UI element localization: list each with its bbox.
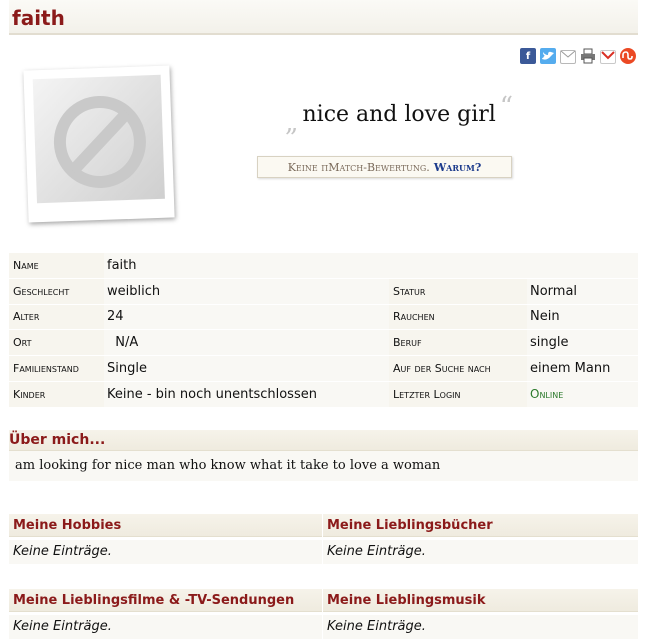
profile-motto: „ nice and love girl “ <box>285 92 513 138</box>
gmail-icon[interactable] <box>600 50 616 64</box>
match-rating-box: Keine πMatch-Bewertung. Warum? <box>257 156 512 178</box>
detail-value-gender: weiblich <box>104 278 389 305</box>
twitter-icon[interactable] <box>540 48 556 64</box>
detail-value-kids: Keine - bin noch unentschlossen <box>104 381 389 408</box>
detail-label-search: Auf der Suche nach <box>389 355 527 382</box>
books-title: Meine Lieblingsbücher <box>323 514 638 537</box>
table-row: Kinder Keine - bin noch unentschlossen L… <box>9 381 638 408</box>
empty-cell <box>527 253 638 279</box>
open-quote: „ <box>285 108 299 138</box>
detail-value-family: Single <box>104 355 389 382</box>
detail-label-smoking: Rauchen <box>389 304 527 331</box>
table-row: Name faith <box>9 253 638 279</box>
music-title: Meine Lieblingsmusik <box>323 589 638 612</box>
profile-photo-placeholder <box>23 65 175 223</box>
detail-value-status: Normal <box>527 278 638 305</box>
no-photo-icon <box>53 95 146 188</box>
about-section-body: am looking for nice man who know what it… <box>9 451 638 481</box>
detail-label-job: Beruf <box>389 329 527 357</box>
detail-value-login: Online <box>527 381 638 408</box>
facebook-icon[interactable]: f <box>520 48 536 64</box>
table-row: Geschlecht weiblich Statur Normal <box>9 278 638 305</box>
detail-label-age: Alter <box>9 304 104 331</box>
table-row: Familienstand Single Auf der Suche nach … <box>9 355 638 382</box>
detail-value-age: 24 <box>104 304 389 331</box>
detail-label-family: Familienstand <box>9 355 104 382</box>
detail-value-place: N/A <box>104 329 389 357</box>
print-icon[interactable] <box>580 48 596 64</box>
detail-label-name: Name <box>9 253 104 279</box>
films-title: Meine Lieblingsfilme & -TV-Sendungen <box>9 589 322 612</box>
why-link[interactable]: Warum? <box>434 161 482 174</box>
detail-value-search: einem Mann <box>527 355 638 382</box>
films-value: Keine Einträge. <box>9 615 322 639</box>
mail-icon[interactable] <box>560 50 576 64</box>
stumbleupon-icon[interactable] <box>620 48 636 64</box>
detail-value-name: faith <box>104 253 389 279</box>
close-quote: “ <box>499 92 514 122</box>
table-row: Alter 24 Rauchen Nein <box>9 304 638 331</box>
empty-cell <box>389 253 527 279</box>
detail-label-gender: Geschlecht <box>9 278 104 305</box>
about-text: am looking for nice man who know what it… <box>15 458 441 473</box>
hobbies-value: Keine Einträge. <box>9 540 322 564</box>
profile-header: faith <box>9 0 638 35</box>
hobbies-title: Meine Hobbies <box>9 514 322 537</box>
books-value: Keine Einträge. <box>323 540 638 564</box>
table-row: Ort N/A Beruf single <box>9 329 638 357</box>
about-section-title: Über mich... <box>9 430 638 451</box>
profile-name-title: faith <box>12 6 65 30</box>
detail-value-smoking: Nein <box>527 304 638 331</box>
motto-text: nice and love girl <box>302 102 496 127</box>
rating-text: Keine πMatch-Bewertung. <box>287 160 430 174</box>
music-value: Keine Einträge. <box>323 615 638 639</box>
share-toolbar: f <box>520 48 636 64</box>
detail-label-place: Ort <box>9 329 104 357</box>
profile-details-table: Name faith Geschlecht weiblich Statur No… <box>9 253 638 408</box>
detail-label-kids: Kinder <box>9 381 104 408</box>
detail-label-login: Letzter Login <box>389 381 527 408</box>
detail-value-job: single <box>527 329 638 357</box>
detail-label-status: Statur <box>389 278 527 305</box>
